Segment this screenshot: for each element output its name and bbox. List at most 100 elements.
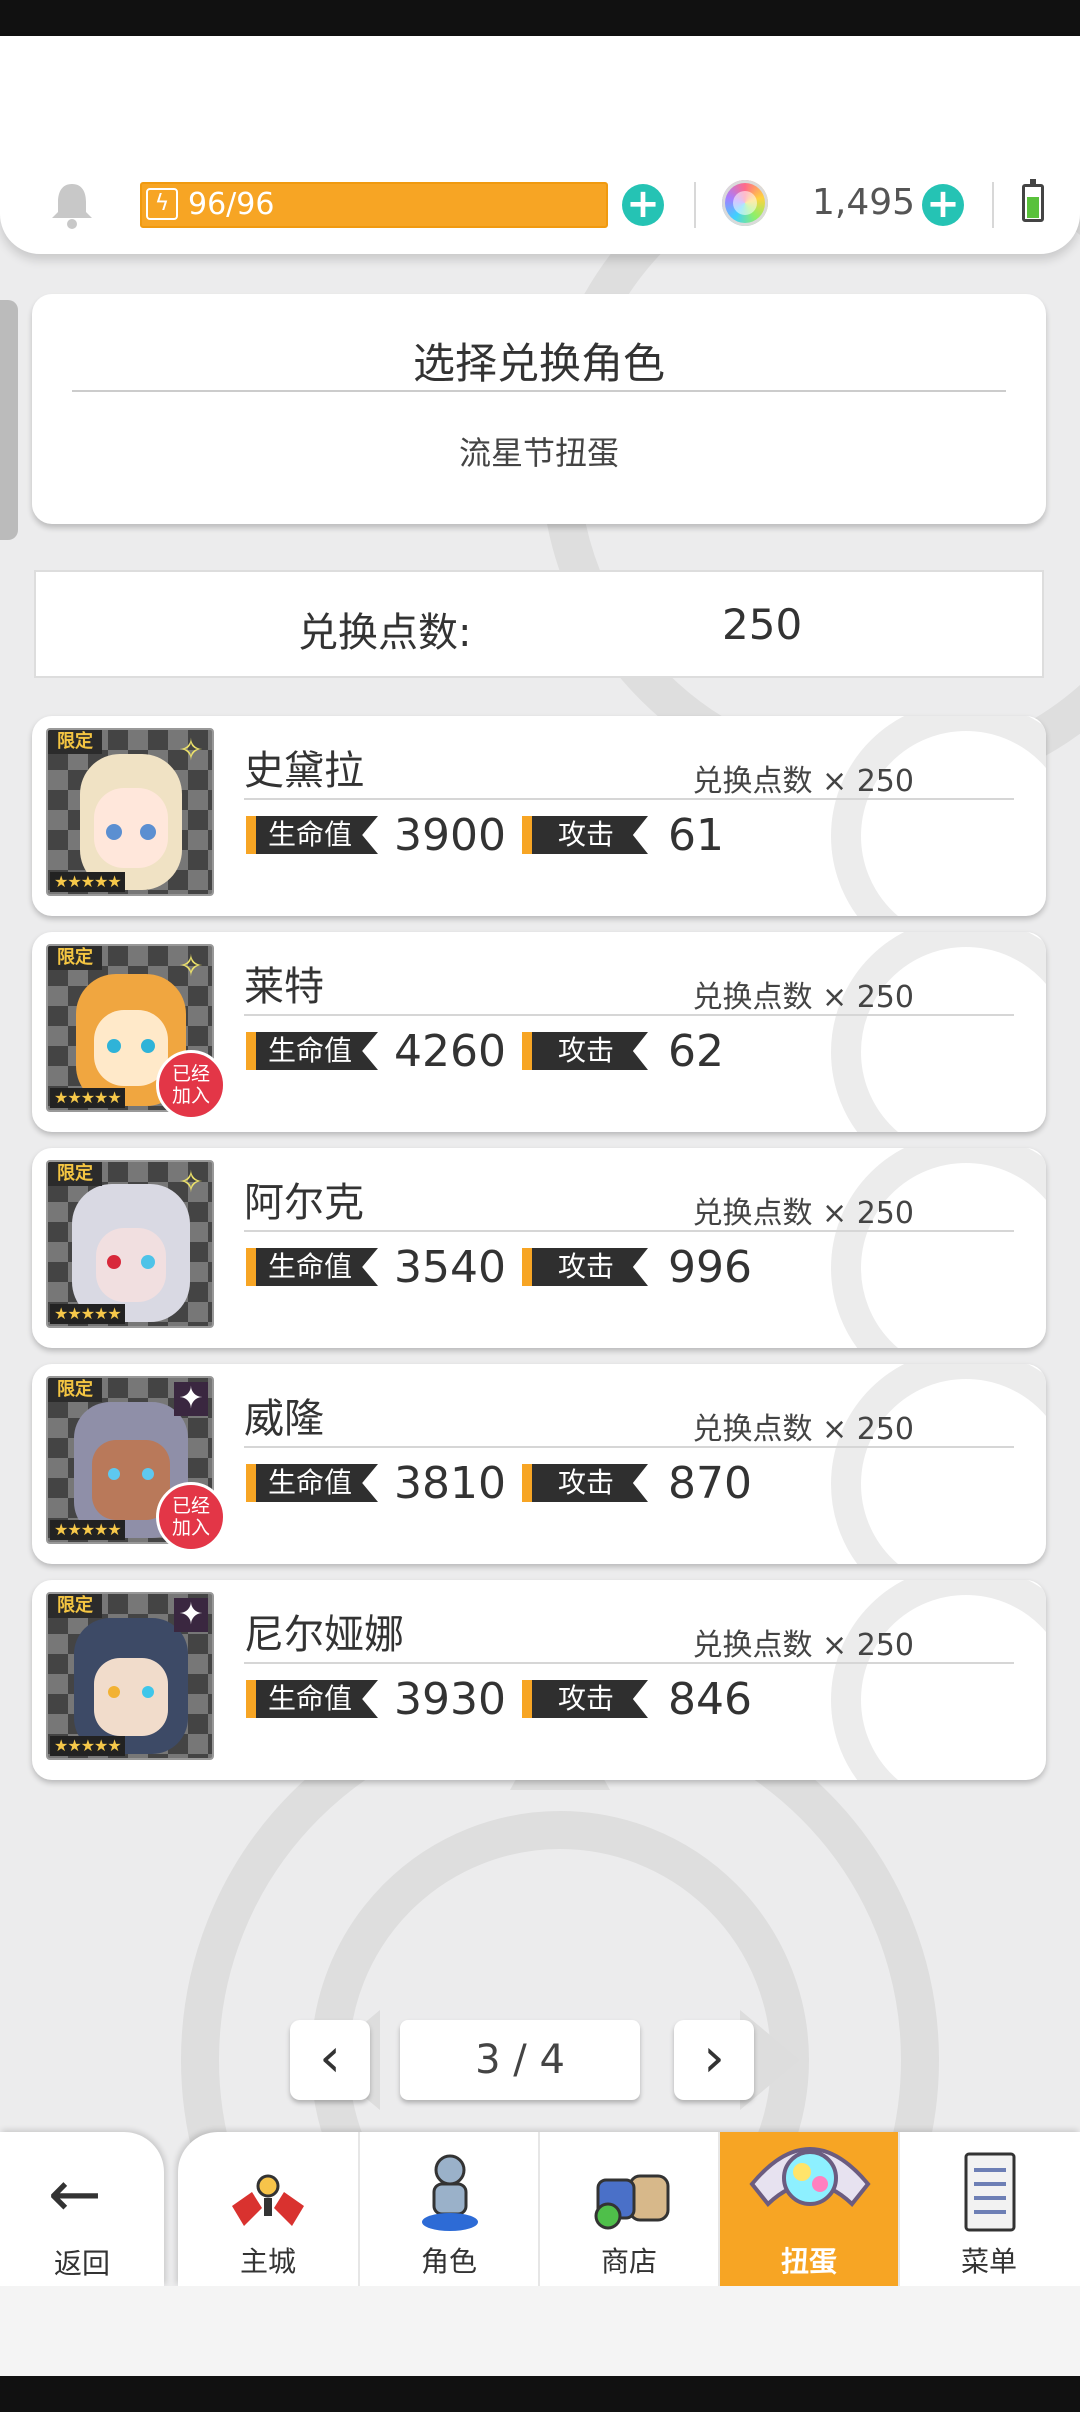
character-name: 莱特 bbox=[244, 964, 324, 1010]
system-bar bbox=[0, 2376, 1080, 2412]
nav-label: 商店 bbox=[600, 2245, 657, 2278]
hp-value: 3540 bbox=[394, 1242, 506, 1293]
hp-label: 生命值 bbox=[246, 1032, 378, 1070]
dark-element-icon: ✦ bbox=[174, 1598, 208, 1632]
card-decoration bbox=[831, 1148, 1046, 1348]
hp-value: 3810 bbox=[394, 1458, 506, 1509]
character-name: 阿尔克 bbox=[244, 1180, 364, 1226]
star-rating: ★★★★★ bbox=[50, 1304, 125, 1324]
status-bar bbox=[0, 0, 1080, 36]
chevron-right-icon: › bbox=[703, 2026, 725, 2089]
limited-tag: 限定 bbox=[48, 1378, 102, 1402]
character-card[interactable]: 限定 ✦ ★★★★★ 已经 加入 威隆 兑换点数 × 250 生命值 3810 攻… bbox=[32, 1364, 1046, 1564]
joined-badge: 已经 加入 bbox=[156, 1482, 226, 1552]
card-decoration bbox=[831, 716, 1046, 916]
atk-value: 870 bbox=[668, 1458, 752, 1509]
hp-value: 3900 bbox=[394, 810, 506, 861]
character-card[interactable]: 限定 ✦ ★★★★★ 尼尔娅娜 兑换点数 × 250 生命值 3930 攻击 8… bbox=[32, 1580, 1046, 1780]
star-rating: ★★★★★ bbox=[50, 1520, 125, 1540]
atk-value: 62 bbox=[668, 1026, 724, 1077]
hp-label: 生命值 bbox=[246, 1680, 378, 1718]
back-button[interactable]: ← 返回 bbox=[0, 2132, 164, 2286]
divider bbox=[694, 182, 696, 228]
system-nav-area bbox=[0, 2286, 1080, 2376]
divider bbox=[244, 1662, 1014, 1664]
divider bbox=[72, 390, 1006, 392]
atk-value: 61 bbox=[668, 810, 724, 861]
stamina-value: 96/96 bbox=[188, 187, 275, 222]
limited-tag: 限定 bbox=[48, 946, 102, 970]
nav-label: 扭蛋 bbox=[780, 2245, 837, 2278]
hp-value: 3930 bbox=[394, 1674, 506, 1725]
stamina-bar: ϟ 96/96 bbox=[140, 182, 608, 228]
castle-icon bbox=[232, 2174, 304, 2226]
character-card[interactable]: 限定 ✧ ★★★★★ 阿尔克 兑换点数 × 250 生命值 3540 攻击 99… bbox=[32, 1148, 1046, 1348]
limited-tag: 限定 bbox=[48, 1162, 102, 1186]
atk-label: 攻击 bbox=[522, 1032, 648, 1070]
exchange-points-box: 兑换点数: 250 bbox=[34, 570, 1044, 678]
character-portrait: 限定 ✧ ★★★★★ bbox=[46, 1160, 214, 1328]
limited-tag: 限定 bbox=[48, 730, 102, 754]
gacha-icon bbox=[749, 2147, 871, 2207]
exchange-cost: 兑换点数 × 250 bbox=[692, 1412, 914, 1447]
back-label: 返回 bbox=[53, 2247, 110, 2280]
nav-item-gacha[interactable]: 扭蛋 bbox=[718, 2132, 898, 2286]
character-icon bbox=[422, 2154, 478, 2231]
nav-label: 主城 bbox=[239, 2245, 296, 2278]
nav-item-character[interactable]: 角色 bbox=[358, 2132, 538, 2286]
arrow-left-icon: ← bbox=[48, 2158, 102, 2232]
bell-icon[interactable] bbox=[48, 180, 96, 230]
atk-value: 996 bbox=[668, 1242, 752, 1293]
character-name: 威隆 bbox=[244, 1396, 324, 1442]
hp-label: 生命值 bbox=[246, 816, 378, 854]
card-decoration bbox=[831, 932, 1046, 1132]
card-decoration bbox=[831, 1364, 1046, 1564]
character-portrait: 限定 ✦ ★★★★★ bbox=[46, 1592, 214, 1760]
nav-item-menu[interactable]: 菜单 bbox=[898, 2132, 1078, 2286]
add-stamina-button[interactable]: + bbox=[622, 184, 664, 226]
character-card[interactable]: 限定 ✧ ★★★★★ 史黛拉 兑换点数 × 250 生命值 3900 攻击 61 bbox=[32, 716, 1046, 916]
gem-icon bbox=[722, 180, 768, 226]
next-page-button[interactable]: › bbox=[674, 2020, 754, 2100]
light-element-icon: ✧ bbox=[178, 949, 204, 984]
star-rating: ★★★★★ bbox=[50, 872, 125, 892]
side-drawer-handle[interactable] bbox=[0, 300, 18, 540]
hp-label: 生命值 bbox=[246, 1464, 378, 1502]
atk-label: 攻击 bbox=[522, 1248, 648, 1286]
shop-icon bbox=[594, 2174, 670, 2230]
star-rating: ★★★★★ bbox=[50, 1736, 125, 1756]
add-gems-button[interactable]: + bbox=[922, 184, 964, 226]
character-name: 史黛拉 bbox=[244, 748, 364, 794]
exchange-cost: 兑换点数 × 250 bbox=[692, 1628, 914, 1663]
page-indicator: 3 / 4 bbox=[400, 2020, 640, 2100]
divider bbox=[244, 1446, 1014, 1448]
gacha-name: 流星节扭蛋 bbox=[458, 434, 619, 472]
nav-label: 角色 bbox=[420, 2245, 477, 2278]
dark-element-icon: ✦ bbox=[174, 1382, 208, 1416]
resource-header: ϟ 96/96 + 1,495 + bbox=[0, 36, 1080, 254]
light-element-icon: ✧ bbox=[178, 1165, 204, 1200]
nav-item-castle[interactable]: 主城 bbox=[178, 2132, 358, 2286]
limited-tag: 限定 bbox=[48, 1594, 102, 1618]
atk-label: 攻击 bbox=[522, 1464, 648, 1502]
divider bbox=[244, 798, 1014, 800]
battery-icon bbox=[1022, 179, 1044, 222]
exchange-cost: 兑换点数 × 250 bbox=[692, 980, 914, 1015]
hp-value: 4260 bbox=[394, 1026, 506, 1077]
light-element-icon: ✧ bbox=[178, 733, 204, 768]
atk-label: 攻击 bbox=[522, 816, 648, 854]
nav-label: 菜单 bbox=[960, 2245, 1017, 2278]
lightning-icon: ϟ bbox=[146, 188, 178, 220]
divider bbox=[244, 1230, 1014, 1232]
character-card[interactable]: 限定 ✧ ★★★★★ 已经 加入 莱特 兑换点数 × 250 生命值 4260 攻… bbox=[32, 932, 1046, 1132]
nav-item-shop[interactable]: 商店 bbox=[538, 2132, 718, 2286]
points-value: 250 bbox=[722, 600, 803, 649]
chevron-left-icon: ‹ bbox=[319, 2026, 341, 2089]
card-decoration bbox=[831, 1580, 1046, 1780]
gem-count: 1,495 bbox=[812, 182, 916, 223]
atk-label: 攻击 bbox=[522, 1680, 648, 1718]
character-name: 尼尔娅娜 bbox=[244, 1612, 404, 1658]
previous-page-button[interactable]: ‹ bbox=[290, 2020, 370, 2100]
divider bbox=[992, 182, 994, 228]
star-rating: ★★★★★ bbox=[50, 1088, 125, 1108]
